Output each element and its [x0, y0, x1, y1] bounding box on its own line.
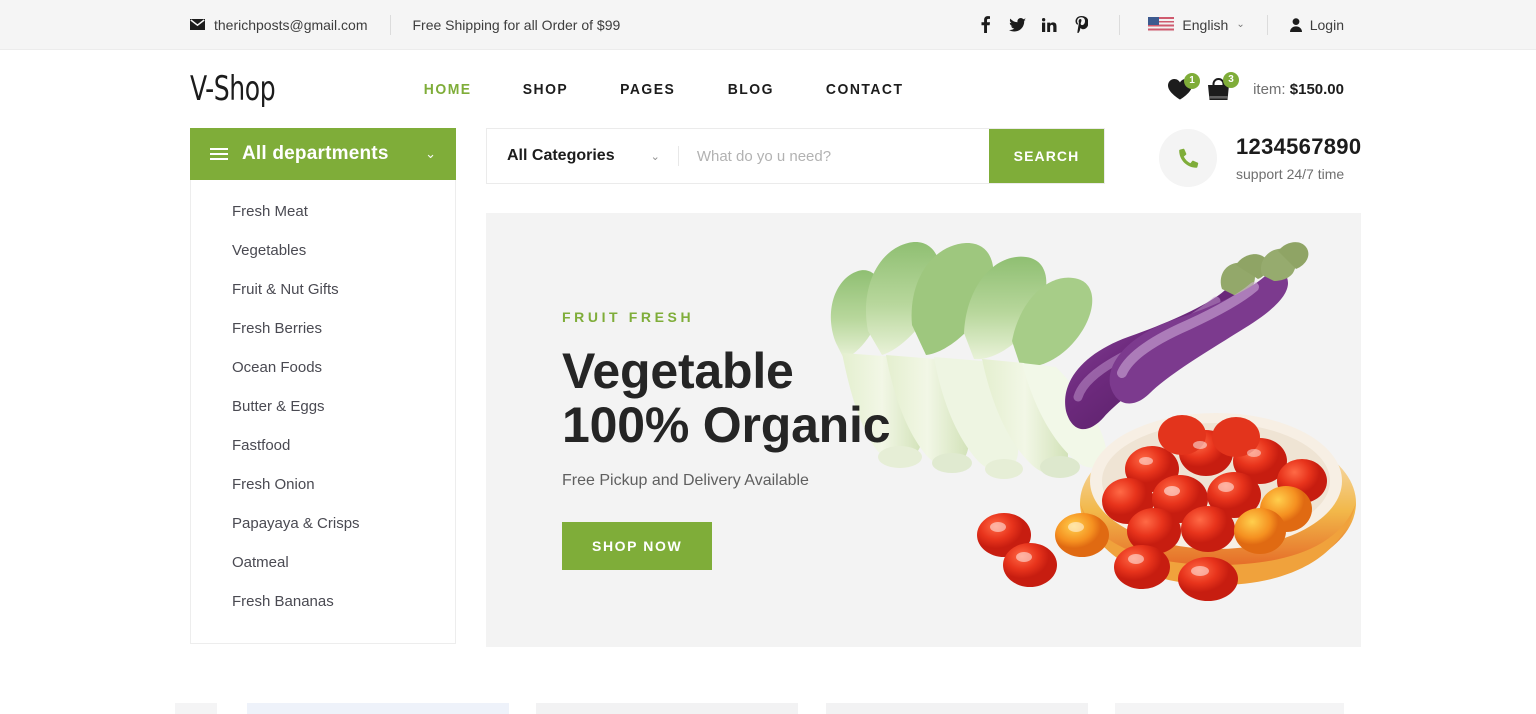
list-item[interactable]: Fresh Berries: [191, 309, 455, 348]
hero-subtitle: Free Pickup and Delivery Available: [562, 472, 809, 489]
list-item[interactable]: Fresh Meat: [191, 192, 455, 231]
shipping-note: Free Shipping for all Order of $99: [412, 16, 621, 33]
departments-header[interactable]: All departments ⌄: [190, 128, 456, 180]
department-label: Vegetables: [232, 242, 307, 259]
department-label: Papayaya & Crisps: [232, 515, 360, 532]
language-selector[interactable]: English ⌄: [1148, 16, 1245, 33]
cart-badge: 3: [1223, 71, 1240, 88]
phone-number: 1234567890: [1236, 134, 1362, 159]
site-header: V-Shop HOME SHOP PAGES BLOG CONTACT 1 3 …: [0, 50, 1536, 128]
social-links: [969, 14, 1097, 36]
support-text: 1234567890 support 24/7 time: [1236, 134, 1361, 182]
department-label: Oatmeal: [232, 554, 289, 571]
site-logo[interactable]: V-Shop: [190, 69, 276, 109]
email-text: therichposts@gmail.com: [214, 16, 368, 33]
nav-item-contact[interactable]: CONTACT: [804, 81, 926, 98]
search-row: All Categories ⌄ SEARCH 1234567890 suppo…: [486, 128, 1361, 187]
card-placeholder-b: [246, 703, 509, 714]
list-item[interactable]: Fruit & Nut Gifts: [191, 270, 455, 309]
hero-title-line1: Vegetable: [562, 343, 794, 399]
card-placeholder-d: [825, 703, 1088, 714]
category-select[interactable]: All Categories ⌄: [487, 129, 678, 183]
support-phone: 1234567890 support 24/7 time: [1159, 128, 1361, 187]
category-select-value: All Categories: [507, 147, 615, 164]
department-label: Ocean Foods: [232, 359, 323, 376]
main-navigation: HOME SHOP PAGES BLOG CONTACT: [398, 81, 931, 98]
hero-text-block: FRUIT FRESH Vegetable 100% Organic Free …: [562, 309, 891, 570]
nav-item-home[interactable]: HOME: [401, 81, 493, 98]
list-item[interactable]: Vegetables: [191, 231, 455, 270]
list-item[interactable]: Fresh Onion: [191, 465, 455, 504]
list-item[interactable]: Butter & Eggs: [191, 387, 455, 426]
login-button[interactable]: Login: [1289, 16, 1344, 33]
chevron-down-icon: ⌄: [1236, 19, 1245, 30]
hero-title-line2: 100% Organic: [562, 397, 891, 453]
top-bar: therichposts@gmail.com Free Shipping for…: [0, 0, 1536, 50]
hero-title: Vegetable 100% Organic: [562, 343, 891, 453]
search-bar: All Categories ⌄ SEARCH: [486, 128, 1105, 184]
top-bar-right: English ⌄ Login: [969, 14, 1344, 36]
department-label: Fresh Onion: [232, 476, 315, 493]
topbar-divider-3: [1266, 14, 1268, 35]
hero-vegetables-image: [816, 213, 1362, 647]
nav-item-blog[interactable]: BLOG: [705, 81, 796, 98]
chevron-down-icon: ⌄: [425, 146, 436, 161]
hero-banner: FRUIT FRESH Vegetable 100% Organic Free …: [486, 213, 1362, 647]
bottom-cards-strip: [0, 703, 1536, 714]
language-label: English: [1182, 16, 1229, 33]
cart-button[interactable]: 3: [1206, 71, 1240, 101]
phone-icon: [1159, 129, 1217, 187]
login-label: Login: [1309, 16, 1344, 33]
nav-item-shop[interactable]: SHOP: [501, 81, 591, 98]
wishlist-badge: 1: [1184, 72, 1201, 89]
departments-list: Fresh Meat Vegetables Fruit & Nut Gifts …: [190, 180, 456, 644]
topbar-divider-1: [389, 14, 391, 35]
cart-total-value: $150.00: [1289, 80, 1344, 98]
wishlist-button[interactable]: 1: [1168, 72, 1201, 100]
envelope-icon: [190, 19, 205, 30]
hero-eyebrow: FRUIT FRESH: [562, 309, 695, 325]
header-actions: 1 3 item: $150.00: [1168, 71, 1344, 101]
contact-email[interactable]: therichposts@gmail.com: [190, 17, 368, 33]
department-label: Fresh Meat: [232, 203, 308, 220]
search-input[interactable]: [678, 129, 989, 183]
pinterest-icon[interactable]: [1065, 14, 1097, 36]
topbar-divider-2: [1119, 14, 1121, 35]
department-label: Fastfood: [232, 437, 291, 454]
facebook-icon[interactable]: [969, 14, 1001, 36]
top-bar-left: therichposts@gmail.com Free Shipping for…: [190, 14, 621, 35]
support-note: support 24/7 time: [1236, 166, 1345, 182]
us-flag-icon: [1148, 17, 1175, 32]
card-placeholder-a: [175, 703, 218, 714]
list-item[interactable]: Fastfood: [191, 426, 455, 465]
cart-total: item: $150.00: [1253, 81, 1344, 98]
search-button[interactable]: SEARCH: [989, 129, 1104, 183]
twitter-icon[interactable]: [1001, 14, 1033, 36]
nav-item-pages[interactable]: PAGES: [598, 81, 698, 98]
card-placeholder-e: [1115, 703, 1344, 714]
departments-title: All departments: [242, 143, 389, 164]
linkedin-icon[interactable]: [1033, 14, 1065, 36]
hamburger-icon: [210, 148, 228, 160]
department-label: Butter & Eggs: [232, 398, 325, 415]
departments-sidebar: All departments ⌄ Fresh Meat Vegetables …: [190, 128, 456, 644]
department-label: Fruit & Nut Gifts: [232, 281, 339, 298]
list-item[interactable]: Ocean Foods: [191, 348, 455, 387]
card-placeholder-c: [536, 703, 799, 714]
content-column: All Categories ⌄ SEARCH 1234567890 suppo…: [486, 128, 1362, 647]
shop-now-button[interactable]: SHOP NOW: [562, 522, 713, 570]
cart-total-label: item:: [1253, 80, 1286, 98]
department-label: Fresh Berries: [232, 320, 323, 337]
main-content: All departments ⌄ Fresh Meat Vegetables …: [0, 128, 1536, 647]
list-item[interactable]: Oatmeal: [191, 543, 455, 582]
user-icon: [1289, 17, 1302, 32]
list-item[interactable]: Fresh Bananas: [191, 582, 455, 621]
list-item[interactable]: Papayaya & Crisps: [191, 504, 455, 543]
department-label: Fresh Bananas: [232, 593, 334, 610]
chevron-down-icon: ⌄: [650, 150, 660, 163]
